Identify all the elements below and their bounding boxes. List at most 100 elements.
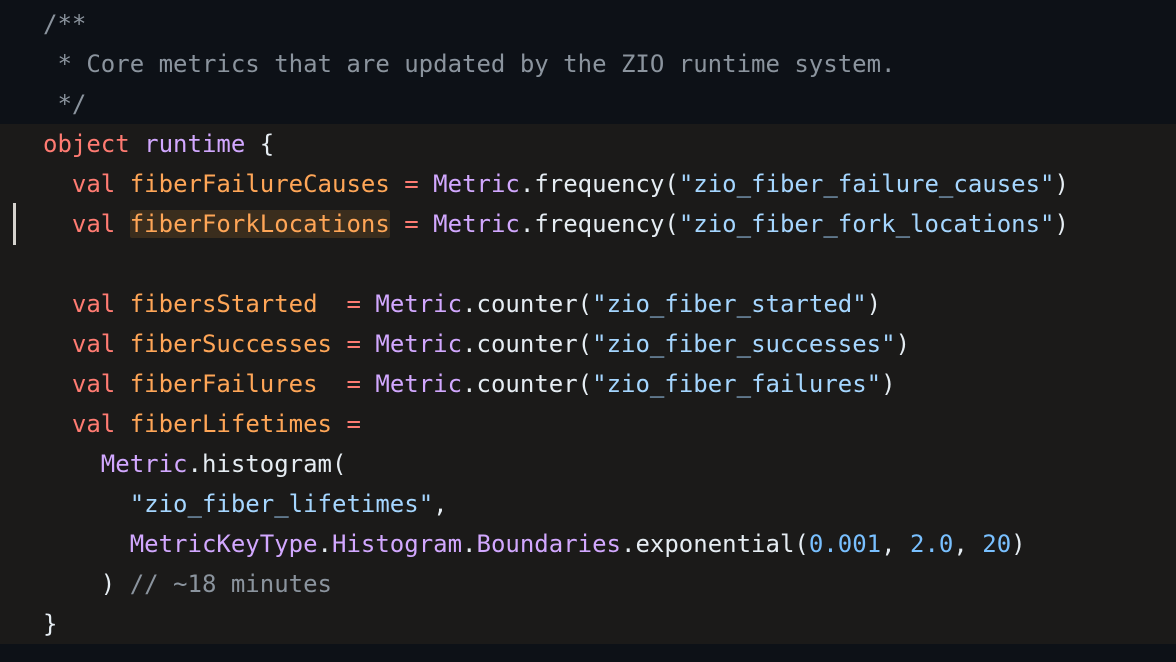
code-token: ) [1054, 210, 1069, 238]
code-line[interactable]: val fiberFailures = Metric.counter("zio_… [43, 364, 896, 404]
code-token: val [71, 290, 116, 318]
code-editor[interactable]: /** * Core metrics that are updated by t… [0, 0, 1176, 662]
code-token: Metric [375, 330, 463, 358]
code-line[interactable]: /** [43, 4, 86, 44]
code-token: . [317, 530, 332, 558]
code-token: , [433, 490, 448, 518]
code-token: MetricKeyType [129, 530, 318, 558]
code-token: val [71, 210, 116, 238]
code-line[interactable]: val fiberFailureCauses = Metric.frequenc… [43, 164, 1069, 204]
code-token: val [71, 330, 116, 358]
code-token: fiberFailureCauses [129, 170, 390, 198]
code-token: ) [866, 290, 882, 318]
code-token: = [404, 210, 419, 238]
code-token: Metric [375, 370, 463, 398]
code-line[interactable]: object runtime { [43, 124, 274, 164]
code-token: .counter( [462, 330, 593, 358]
code-token: fiberSuccesses [129, 330, 333, 358]
code-token: /** [43, 10, 87, 38]
text-cursor [13, 203, 16, 245]
code-line[interactable]: Metric.histogram( [43, 444, 347, 484]
code-token: "zio_fiber_fork_locations" [678, 210, 1055, 238]
code-token: .counter( [462, 370, 593, 398]
code-token: "zio_fiber_successes" [592, 330, 896, 358]
code-line[interactable]: } [43, 604, 57, 644]
code-line[interactable]: */ [43, 84, 86, 124]
code-token: .histogram( [187, 450, 347, 478]
code-token: 2.0 [910, 530, 954, 558]
code-token: = [346, 410, 361, 438]
code-token: "zio_fiber_started" [592, 290, 867, 318]
code-line[interactable]: val fiberSuccesses = Metric.counter("zio… [43, 324, 910, 364]
code-line[interactable]: val fiberForkLocations = Metric.frequenc… [43, 204, 1069, 244]
code-line[interactable]: * Core metrics that are updated by the Z… [43, 44, 896, 84]
code-token: val [71, 410, 116, 438]
code-token: , [953, 530, 983, 558]
code-token: . [462, 530, 477, 558]
code-line[interactable]: ) // ~18 minutes [43, 564, 332, 604]
code-line[interactable]: val fiberLifetimes = [43, 404, 361, 444]
code-token: 0.001 [808, 530, 882, 558]
code-token: ) [1011, 530, 1026, 558]
code-token: { [245, 130, 275, 158]
code-token: "zio_fiber_lifetimes" [129, 490, 434, 518]
code-token: ) [43, 570, 130, 598]
code-line[interactable]: MetricKeyType.Histogram.Boundaries.expon… [43, 524, 1026, 564]
code-line[interactable]: "zio_fiber_lifetimes", [43, 484, 448, 524]
code-token: = [346, 370, 361, 398]
code-token: fiberFailures [129, 370, 318, 398]
code-token: .exponential( [621, 530, 809, 558]
code-token: val [71, 170, 116, 198]
code-token: Metric [433, 170, 520, 198]
code-token: fibersStarted [129, 290, 318, 318]
code-token: ) [1054, 170, 1069, 198]
code-token: Metric [100, 450, 188, 478]
code-token: .counter( [462, 290, 593, 318]
code-token: = [346, 330, 361, 358]
code-token: 20 [982, 530, 1012, 558]
code-token: .frequency( [519, 170, 679, 198]
code-token: = [404, 170, 419, 198]
code-token: // ~18 minutes [129, 570, 332, 598]
code-token: runtime [144, 130, 246, 158]
code-token: object [43, 130, 130, 158]
code-token: ) [881, 370, 896, 398]
code-token: "zio_fiber_failures" [592, 370, 882, 398]
code-token: .frequency( [519, 210, 679, 238]
code-token: = [346, 290, 361, 318]
code-token: } [43, 610, 58, 638]
code-token: "zio_fiber_failure_causes" [678, 170, 1055, 198]
code-token: ) [895, 330, 911, 358]
code-token: fiberForkLocations [129, 210, 390, 238]
code-token: * Core metrics that are updated by the Z… [43, 50, 896, 78]
code-token: Histogram [332, 530, 463, 558]
code-token: Metric [433, 210, 520, 238]
code-token: fiberLifetimes [129, 410, 333, 438]
code-token: , [881, 530, 910, 558]
code-token: */ [43, 90, 87, 118]
code-line[interactable]: val fibersStarted = Metric.counter("zio_… [43, 284, 881, 324]
code-token: val [71, 370, 116, 398]
